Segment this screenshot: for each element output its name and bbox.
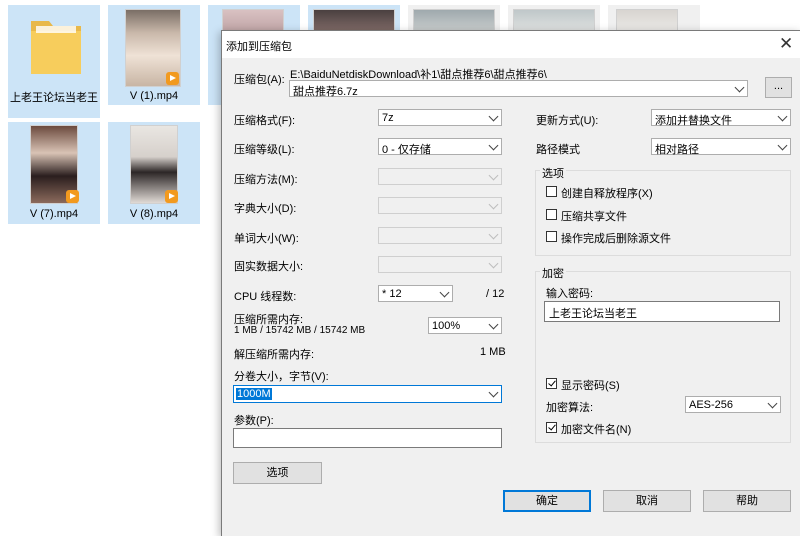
mem-percent-select[interactable]: 100% [428,317,502,334]
play-icon [166,72,179,85]
password-value: 上老王论坛当老王 [549,308,637,320]
format-label: 压缩格式(F): [234,115,296,127]
method-select[interactable] [378,168,502,185]
word-label: 单词大小(W): [234,233,299,245]
file-item-video[interactable]: V (8).mp4 [108,122,200,224]
update-label: 更新方式(U): [536,115,599,127]
sfx-label[interactable]: 创建自释放程序(X) [561,185,653,201]
path-mode-value: 相对路径 [655,144,699,156]
level-value: 0 - 仅存储 [382,144,431,156]
delete-source-label[interactable]: 操作完成后删除源文件 [561,230,671,246]
file-name: 上老王论坛当老王 [10,92,98,104]
archive-name-value: 甜点推荐6.7z [293,86,358,98]
cpu-label: CPU 线程数: [234,291,297,303]
cancel-button[interactable]: 取消 [603,490,691,512]
enc-method-select[interactable]: AES-256 [685,396,781,413]
sfx-checkbox[interactable] [546,186,557,197]
options-button[interactable]: 选项 [233,462,322,484]
cpu-select[interactable]: * 12 [378,285,453,302]
encrypt-names-checkbox[interactable] [546,422,557,433]
solid-label: 固实数据大小: [234,261,304,273]
update-value: 添加并替换文件 [655,115,732,127]
chevron-down-icon [767,398,778,409]
enc-method-value: AES-256 [689,399,734,411]
title-bar: 添加到压缩包 ✕ [222,31,800,58]
chevron-down-icon [777,111,788,122]
format-value: 7z [382,112,394,124]
password-label: 输入密码: [546,288,594,300]
update-select[interactable]: 添加并替换文件 [651,109,791,127]
help-button[interactable]: 帮助 [703,490,791,512]
format-select[interactable]: 7z [378,109,502,126]
show-password-checkbox[interactable] [546,378,557,389]
file-item-folder[interactable]: 上老王论坛当老王 [8,5,100,118]
decomp-value: 1 MB [480,346,506,358]
archive-name-combo[interactable]: 甜点推荐6.7z [289,80,748,98]
chevron-down-icon [488,170,499,181]
chevron-down-icon [734,82,745,93]
chevron-down-icon [439,287,450,298]
chevron-down-icon [488,387,499,398]
dialog-title: 添加到压缩包 [226,41,292,53]
file-item-video[interactable]: V (7).mp4 [8,122,100,224]
volume-combo[interactable]: 1000M [233,385,502,403]
dict-select[interactable] [378,197,502,214]
folder-icon [31,21,81,74]
chevron-down-icon [488,319,499,330]
chevron-down-icon [488,229,499,240]
close-icon[interactable]: ✕ [779,35,793,53]
file-name: V (7).mp4 [29,208,79,220]
show-password-label[interactable]: 显示密码(S) [561,377,620,393]
cpu-total: / 12 [486,288,505,300]
password-input[interactable]: 上老王论坛当老王 [544,301,780,322]
params-input[interactable] [233,428,502,448]
chevron-down-icon [488,258,499,269]
cpu-value: * 12 [382,288,402,300]
delete-source-checkbox[interactable] [546,231,557,242]
chevron-down-icon [488,111,499,122]
path-mode-label: 路径模式 [536,144,580,156]
path-mode-select[interactable]: 相对路径 [651,138,791,156]
dict-label: 字典大小(D): [234,203,297,215]
params-label: 参数(P): [234,415,274,427]
level-label: 压缩等级(L): [234,144,295,156]
chevron-down-icon [488,140,499,151]
volume-value: 1000M [236,388,272,400]
encrypt-names-label[interactable]: 加密文件名(N) [561,421,631,437]
file-item-video[interactable]: V (1).mp4 [108,5,200,105]
mem-detail: 1 MB / 15742 MB / 15742 MB [234,325,366,336]
enc-method-label: 加密算法: [546,402,594,414]
level-select[interactable]: 0 - 仅存储 [378,138,502,156]
add-to-archive-dialog: 添加到压缩包 ✕ 压缩包(A): E:\BaiduNetdiskDownload… [221,30,800,536]
decomp-label: 解压缩所需内存: [234,349,315,361]
solid-select[interactable] [378,256,502,273]
file-name: V (1).mp4 [129,90,179,102]
shared-checkbox[interactable] [546,209,557,220]
word-select[interactable] [378,227,502,244]
mem-percent-value: 100% [432,320,461,332]
play-icon [165,190,178,203]
shared-label[interactable]: 压缩共享文件 [561,208,627,224]
browse-button[interactable]: ... [765,77,792,98]
method-label: 压缩方法(M): [234,174,298,186]
play-icon [66,190,79,203]
file-name: V (8).mp4 [129,208,179,220]
options-group-title: 选项 [540,165,566,181]
volume-label: 分卷大小，字节(V): [234,371,329,383]
chevron-down-icon [777,140,788,151]
encryption-group-title: 加密 [540,265,566,281]
ok-button[interactable]: 确定 [503,490,591,512]
archive-label: 压缩包(A): [234,74,285,86]
chevron-down-icon [488,199,499,210]
